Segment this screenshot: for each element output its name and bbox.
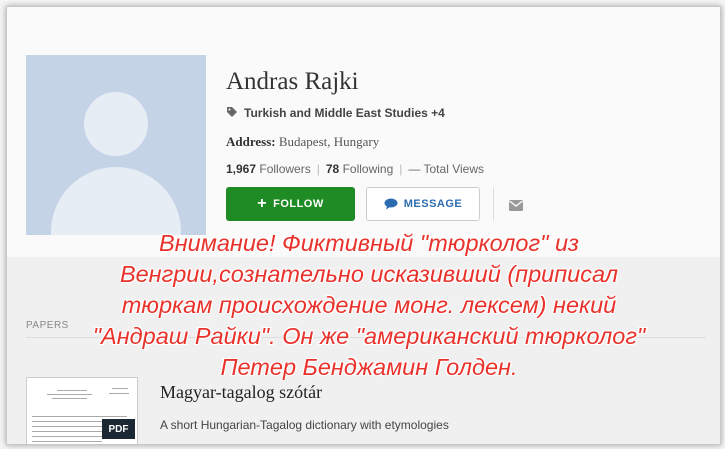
browser-frame: Andras Rajki Turkish and Middle East Stu… (6, 6, 721, 445)
avatar-body-silhouette (51, 167, 181, 235)
overlay-line: Венгрии,сознательно исказивший (приписал (119, 261, 619, 287)
profile-name: Andras Rajki (226, 68, 359, 95)
pdf-badge[interactable]: PDF (102, 419, 135, 439)
warning-overlay-text: Внимание! Фиктивный "тюрколог" из Венгри… (19, 228, 719, 383)
divider (493, 187, 494, 221)
research-interests[interactable]: Turkish and Middle East Studies +4 (226, 106, 445, 121)
followers-link[interactable]: 1,967 Followers (226, 162, 311, 176)
paper-title[interactable]: Magyar-tagalog szótár (160, 382, 322, 403)
avatar[interactable] (26, 55, 206, 235)
followers-count: 1,967 (226, 162, 257, 176)
address-label: Address: (226, 134, 276, 149)
mail-icon[interactable] (509, 198, 523, 216)
overlay-line: тюркам происхождение монг. лексем) некий (121, 292, 617, 318)
stats-separator: | (316, 162, 320, 176)
following-count: 78 (325, 162, 340, 176)
chat-bubble-icon (384, 198, 398, 210)
overlay-line: Внимание! Фиктивный "тюрколог" из (159, 230, 579, 256)
following-label: Following (342, 162, 394, 176)
followers-label: Followers (259, 162, 311, 176)
profile-stats: 1,967 Followers | 78 Following | — Total Vie… (226, 162, 484, 176)
research-interests-text: Turkish and Middle East Studies +4 (244, 106, 445, 120)
address: Address: Budapest, Hungary (226, 134, 379, 150)
total-views: — Total Views (408, 162, 484, 176)
following-link[interactable]: 78 Following (326, 162, 393, 176)
stats-separator: | (399, 162, 403, 176)
overlay-line: Петер Бенджамин Голден. (220, 354, 518, 380)
follow-button[interactable]: + FOLLOW (226, 187, 355, 221)
avatar-head-silhouette (84, 92, 148, 156)
paper-description: A short Hungarian-Tagalog dictionary wit… (160, 418, 449, 432)
follow-button-label: FOLLOW (273, 198, 324, 210)
overlay-line: "Андраш Райки". Он же "американский тюрк… (92, 323, 646, 349)
message-button[interactable]: MESSAGE (366, 187, 480, 221)
tag-icon (226, 106, 238, 121)
message-button-label: MESSAGE (403, 198, 463, 210)
address-value: Budapest, Hungary (278, 134, 380, 149)
plus-icon: + (257, 195, 268, 212)
